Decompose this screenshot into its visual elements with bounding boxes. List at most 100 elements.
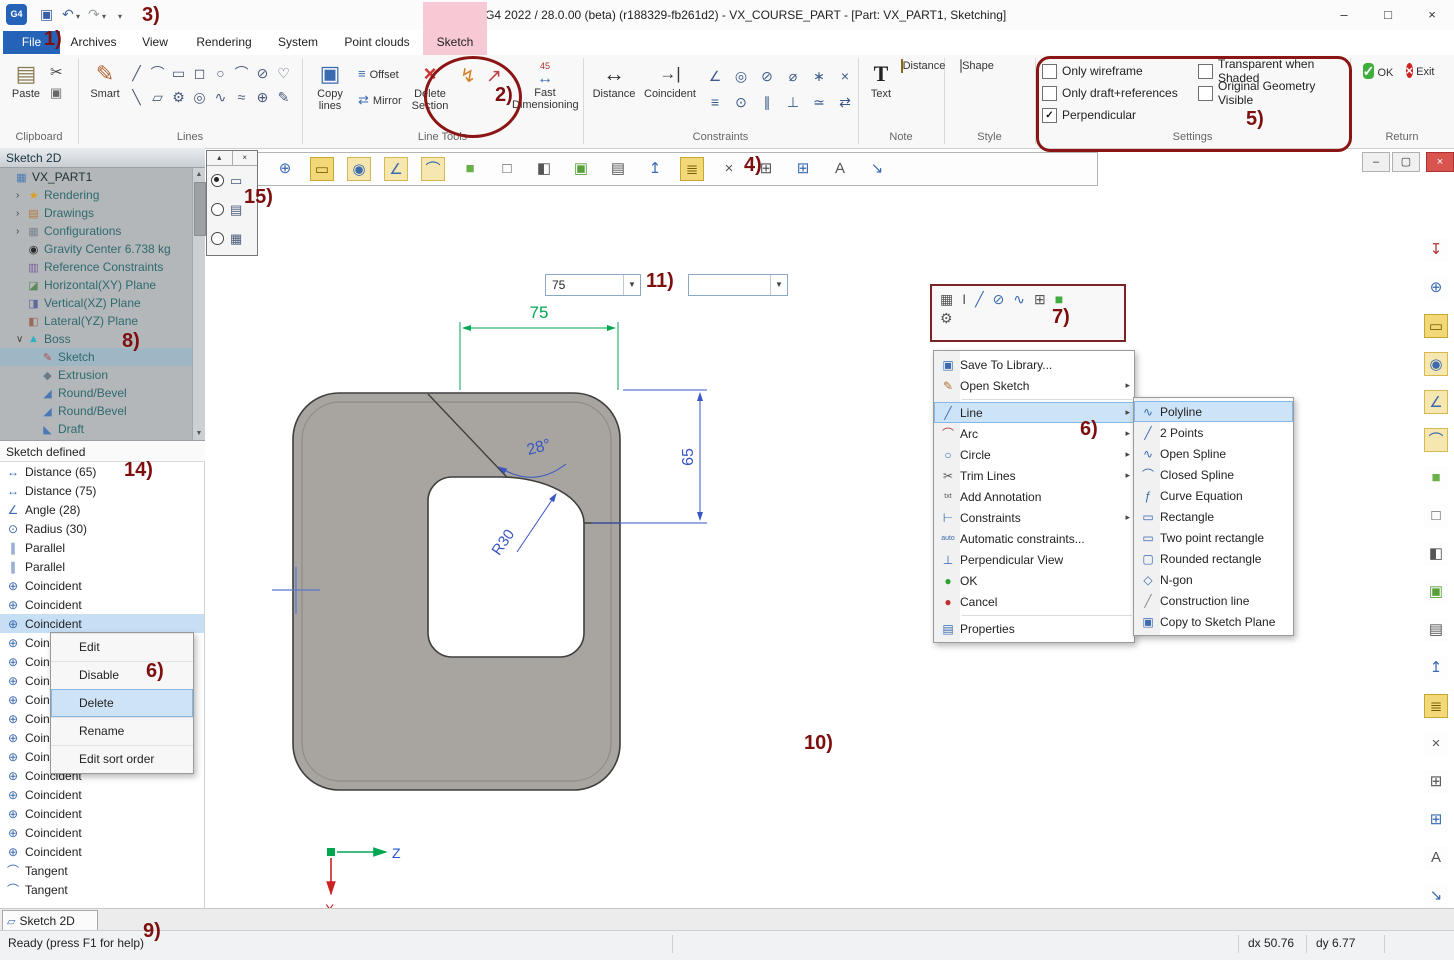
settings-checkbox-row[interactable]: ✓ Perpendicular [1042, 104, 1188, 126]
transform-icon[interactable]: ↘ [1424, 884, 1448, 908]
tab-sketch[interactable]: Sketch [424, 31, 486, 54]
submenu-item[interactable]: ∿ Open Spline [1134, 443, 1293, 464]
transform-icon[interactable]: ↘ [865, 157, 889, 181]
view-mode-single[interactable]: ▭ [207, 166, 257, 195]
submenu-item[interactable]: ▣ Copy to Sketch Plane [1134, 611, 1293, 632]
hatch-icon[interactable]: ▦ [940, 290, 953, 308]
line-shape-icon[interactable]: ✎ [273, 86, 294, 108]
shaded-cube-icon[interactable]: ■ [1424, 466, 1448, 490]
settings-checkbox-row[interactable]: Only draft+references [1042, 82, 1188, 104]
constraint-list-item[interactable]: ↔ Distance (75) [0, 481, 204, 500]
checkbox-icon[interactable] [1042, 64, 1057, 79]
close-button[interactable]: × [1410, 0, 1454, 30]
tree-item[interactable]: ✎ Sketch [0, 348, 205, 366]
tree-item[interactable]: › ▦ Configurations [0, 222, 205, 240]
line-shape-icon[interactable]: ▭ [168, 62, 189, 84]
copy-lines-button[interactable]: ▣ Copy lines [306, 60, 354, 112]
menu-item[interactable]: ▤ Properties [934, 618, 1134, 639]
tree-item[interactable]: ◆ Extrusion [0, 366, 205, 384]
layers-icon[interactable]: ≣ [1424, 694, 1448, 718]
submenu-item[interactable]: ⌒ Closed Spline [1134, 464, 1293, 485]
grid-add-icon[interactable]: ⊞ [1424, 808, 1448, 832]
submenu-item[interactable]: ╱ Construction line [1134, 590, 1293, 611]
menu-item[interactable]: ⌒ Arc ▸ [934, 423, 1134, 444]
tree-expander-icon[interactable]: ∨ [16, 334, 26, 345]
tree-expander-icon[interactable]: › [16, 190, 26, 201]
context-menu-item[interactable]: Rename [51, 717, 193, 745]
dimension-75[interactable]: 75 [460, 303, 618, 390]
submenu-item[interactable]: ∿ Polyline [1134, 401, 1293, 422]
submenu-item[interactable]: ╱ 2 Points [1134, 422, 1293, 443]
tree-item[interactable]: ▦ VX_PART1 [0, 168, 205, 186]
constraint-icon[interactable]: ∥ [754, 90, 780, 114]
distance-constraint-button[interactable]: ↔ Distance [590, 60, 638, 100]
constraint-list-item[interactable]: ∥ Parallel [0, 557, 204, 576]
list-icon[interactable]: ▤ [1424, 618, 1448, 642]
constraint-icon[interactable]: ⊙ [728, 90, 754, 114]
menu-item[interactable]: ╱ Line ▸ [934, 402, 1134, 423]
snap-angle-icon[interactable]: ∠ [1424, 390, 1448, 414]
line-shape-icon[interactable]: ≈ [231, 86, 252, 108]
line-shape-icon[interactable]: ╱ [126, 62, 147, 84]
chevron-down-icon[interactable]: ▼ [623, 275, 640, 295]
ibeam-icon[interactable]: I [962, 290, 966, 308]
constraint-icon[interactable]: ≃ [806, 90, 832, 114]
tab-view[interactable]: View [127, 31, 183, 54]
delete-section-button[interactable]: × Delete Section [404, 60, 456, 112]
menu-item[interactable]: ⊥ Perpendicular View [934, 549, 1134, 570]
panel-up-icon[interactable]: ▴ [207, 151, 233, 165]
color-swatch-icon[interactable]: ■ [1055, 290, 1063, 308]
line-shape-icon[interactable]: ♡ [273, 62, 294, 84]
part-slot-cutout[interactable] [428, 477, 584, 657]
line-shape-icon[interactable]: ∿ [210, 86, 231, 108]
tab-archives[interactable]: Archives [62, 31, 125, 54]
menu-item[interactable]: auto Automatic constraints... [934, 528, 1134, 549]
line-shape-icon[interactable]: ⌒ [231, 62, 252, 84]
coincident-constraint-button[interactable]: →| Coincident [642, 60, 698, 100]
radio-icon[interactable] [211, 203, 224, 216]
document-tab-sketch2d[interactable]: ▱Sketch 2D [2, 910, 98, 930]
line-shape-icon[interactable]: ⚙ [168, 86, 189, 108]
line-shape-icon[interactable]: ⊕ [252, 86, 273, 108]
scrollbar-thumb[interactable] [194, 182, 206, 236]
extend-arrow-icon[interactable]: ↗ [486, 65, 502, 88]
solid-cube-icon[interactable]: ▣ [569, 157, 593, 181]
mirror-button[interactable]: ⇄Mirror [358, 92, 402, 108]
line-shape-icon[interactable]: ◎ [189, 86, 210, 108]
snap-angle-icon[interactable]: ∠ [384, 157, 408, 181]
shape-style-button[interactable]: Shape [950, 60, 1004, 72]
line-shape-icon[interactable]: ○ [210, 62, 231, 84]
copy-icon[interactable]: ▣ [50, 85, 62, 101]
constraint-icon[interactable]: ⌀ [780, 64, 806, 88]
constraint-icon[interactable]: ∗ [806, 64, 832, 88]
cut-icon[interactable]: ✂ [50, 63, 63, 81]
tree-item[interactable]: ◢ Round/Bevel [0, 402, 205, 420]
tree-item[interactable]: ◉ Gravity Center 6.738 kg [0, 240, 205, 258]
tree-item[interactable]: › ▤ Drawings [0, 204, 205, 222]
line-shape-icon[interactable]: ▱ [147, 86, 168, 108]
maximize-button[interactable]: □ [1366, 0, 1410, 30]
tree-item[interactable]: ◨ Vertical(XZ) Plane [0, 294, 205, 312]
constraint-icon[interactable]: × [832, 64, 858, 88]
tree-item[interactable]: ∨ ▲ Boss [0, 330, 205, 348]
layers-icon[interactable]: ≣ [680, 157, 704, 181]
radio-icon[interactable] [211, 232, 224, 245]
submenu-item[interactable]: ◇ N-gon [1134, 569, 1293, 590]
tab-file[interactable]: File [3, 31, 60, 54]
tree-expander-icon[interactable]: › [16, 226, 26, 237]
constraint-list-item[interactable]: ∠ Angle (28) [0, 500, 204, 519]
scroll-up-icon[interactable]: ▲ [193, 168, 205, 181]
tree-item[interactable]: ◧ Lateral(YZ) Plane [0, 312, 205, 330]
doc-maximize-button[interactable]: ▢ [1392, 152, 1420, 172]
menu-item[interactable]: ● Cancel [934, 591, 1134, 612]
menu-item[interactable]: ▣ Save To Library... [934, 354, 1134, 375]
text-height-icon[interactable]: A [828, 157, 852, 181]
constraint-list-item[interactable]: ⊙ Radius (30) [0, 519, 204, 538]
smart-line-button[interactable]: ✎ Smart [84, 60, 126, 100]
tree-item[interactable]: ▥ Reference Constraints [0, 258, 205, 276]
tree-item[interactable]: ◪ Horizontal(XY) Plane [0, 276, 205, 294]
trim-arrow-icon[interactable]: ↯ [460, 65, 476, 88]
text-height-icon[interactable]: A [1424, 846, 1448, 870]
view-mode-grid[interactable]: ▦ [207, 224, 257, 253]
tree-item[interactable]: › ★ Rendering [0, 186, 205, 204]
